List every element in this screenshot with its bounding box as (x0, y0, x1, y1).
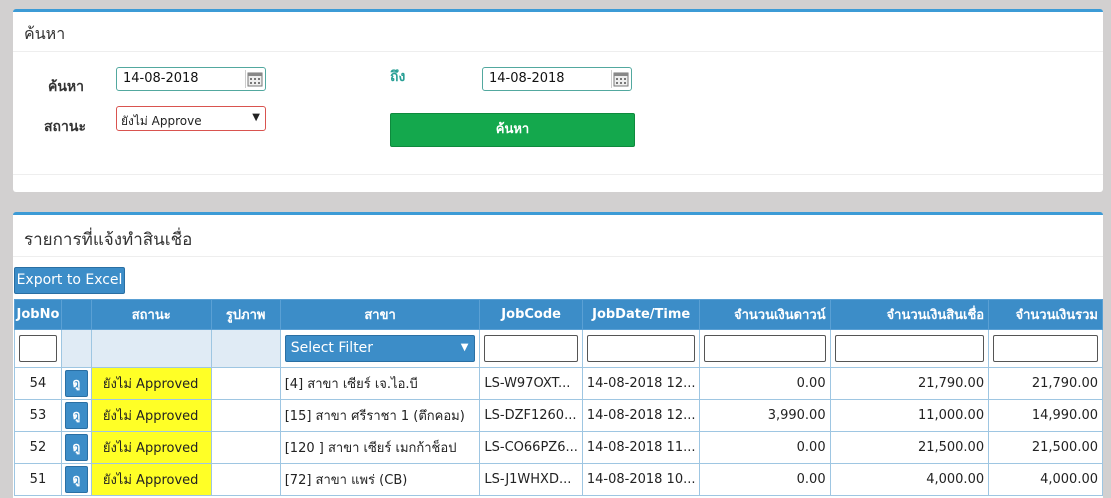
cell-down: 0.00 (699, 463, 831, 496)
search-panel: ค้นหา ค้นหา 14-08-2018 ถึง 14-08-2018 สถ… (13, 9, 1103, 192)
cell-down: 0.00 (699, 367, 831, 400)
view-button[interactable]: ดู (64, 466, 88, 493)
col-image[interactable]: รูปภาพ (210, 299, 281, 330)
filter-cell (988, 329, 1103, 368)
cell-total: 21,500.00 (988, 431, 1103, 464)
from-date-label: ค้นหา (48, 79, 85, 95)
col-loan-amount[interactable]: จำนวนเงินสินเชื่อ (829, 299, 990, 330)
status-select-value: ยังไม่ Approve (121, 114, 202, 128)
col-branch[interactable]: สาขา (279, 299, 481, 330)
loan-list-panel: รายการที่แจ้งทำสินเชื่อ Export to Excel … (13, 212, 1103, 498)
cell-view: ดู (60, 399, 92, 432)
cell-down: 0.00 (699, 431, 831, 464)
to-date-input[interactable]: 14-08-2018 (482, 67, 632, 91)
view-button[interactable]: ดู (64, 370, 88, 397)
cell-loan: 4,000.00 (829, 463, 990, 496)
table-row: 52 ดู ยังไม่ Approved [120 ] สาขา เซียร์… (14, 431, 1103, 464)
cell-status: ยังไม่ Approved (90, 431, 212, 464)
filter-jobcode-input[interactable] (484, 335, 578, 362)
status-label: สถานะ (44, 119, 86, 135)
cell-image (210, 399, 281, 432)
cell-jobdate: 14-08-2018 10... (581, 463, 701, 496)
loan-table: JobNo สถานะ รูปภาพ สาขา JobCode JobDate/… (14, 299, 1103, 496)
to-date-label: ถึง (390, 69, 406, 85)
table-row: 53 ดู ยังไม่ Approved [15] สาขา ศรีราชา … (14, 399, 1103, 432)
cell-total: 14,990.00 (988, 399, 1103, 432)
cell-status: ยังไม่ Approved (90, 367, 212, 400)
calendar-icon[interactable] (611, 70, 629, 88)
table-row: 54 ดู ยังไม่ Approved [4] สาขา เซียร์ เจ… (14, 367, 1103, 400)
cell-jobno: 51 (14, 463, 62, 496)
filter-down-input[interactable] (704, 335, 826, 362)
cell-image (210, 431, 281, 464)
caret-down-icon: ▼ (252, 112, 260, 123)
cell-branch: [15] สาขา ศรีราชา 1 (ตึกคอม) (279, 399, 481, 432)
divider (13, 174, 1103, 175)
cell-jobcode: LS-W97OXT... (479, 367, 583, 400)
table-row: 51 ดู ยังไม่ Approved [72] สาขา แพร่ (CB… (14, 463, 1103, 496)
search-panel-title: ค้นหา (13, 12, 1103, 52)
filter-cell (699, 329, 831, 368)
filter-cell (479, 329, 583, 368)
cell-down: 3,990.00 (699, 399, 831, 432)
search-button[interactable]: ค้นหา (390, 113, 635, 147)
cell-loan: 21,500.00 (829, 431, 990, 464)
loan-list-title: รายการที่แจ้งทำสินเชื่อ (13, 215, 1103, 257)
filter-cell (829, 329, 990, 368)
cell-status: ยังไม่ Approved (90, 463, 212, 496)
export-excel-button[interactable]: Export to Excel (14, 267, 125, 294)
cell-branch: [72] สาขา แพร่ (CB) (279, 463, 481, 496)
from-date-value: 14-08-2018 (123, 71, 199, 86)
cell-image (210, 367, 281, 400)
view-button[interactable]: ดู (64, 434, 88, 461)
cell-image (210, 463, 281, 496)
filter-cell (581, 329, 701, 368)
cell-jobno: 53 (14, 399, 62, 432)
filter-row: Select Filter ▼ (14, 329, 1103, 368)
to-date-value: 14-08-2018 (489, 71, 565, 86)
col-view (60, 299, 92, 330)
col-status[interactable]: สถานะ (90, 299, 212, 330)
cell-total: 4,000.00 (988, 463, 1103, 496)
cell-status: ยังไม่ Approved (90, 399, 212, 432)
calendar-icon[interactable] (245, 70, 263, 88)
cell-branch: [4] สาขา เซียร์ เจ.ไอ.บี (279, 367, 481, 400)
filter-jobno-input[interactable] (19, 335, 57, 362)
view-button[interactable]: ดู (64, 402, 88, 429)
filter-cell (60, 329, 92, 368)
cell-branch: [120 ] สาขา เซียร์ เมกก้าช็อป (279, 431, 481, 464)
cell-loan: 21,790.00 (829, 367, 990, 400)
cell-jobdate: 14-08-2018 12... (581, 399, 701, 432)
cell-jobno: 54 (14, 367, 62, 400)
col-jobdate[interactable]: JobDate/Time (581, 299, 701, 330)
filter-cell: Select Filter ▼ (279, 329, 481, 368)
col-total-amount[interactable]: จำนวนเงินรวม (988, 299, 1103, 330)
filter-branch-select[interactable]: Select Filter ▼ (284, 335, 476, 362)
cell-loan: 11,000.00 (829, 399, 990, 432)
filter-branch-placeholder: Select Filter (290, 340, 374, 356)
cell-jobcode: LS-J1WHXD... (479, 463, 583, 496)
filter-total-input[interactable] (993, 335, 1098, 362)
status-select[interactable]: ยังไม่ Approve ▼ (116, 106, 266, 131)
cell-total: 21,790.00 (988, 367, 1103, 400)
cell-jobdate: 14-08-2018 11... (581, 431, 701, 464)
filter-cell (210, 329, 281, 368)
col-jobno[interactable]: JobNo (14, 299, 62, 330)
cell-view: ดู (60, 367, 92, 400)
col-down-payment[interactable]: จำนวนเงินดาวน์ (699, 299, 831, 330)
cell-jobdate: 14-08-2018 12... (581, 367, 701, 400)
from-date-input[interactable]: 14-08-2018 (116, 67, 266, 91)
cell-view: ดู (60, 463, 92, 496)
filter-loan-input[interactable] (834, 335, 985, 362)
filter-jobdate-input[interactable] (586, 335, 696, 362)
caret-down-icon: ▼ (460, 342, 469, 353)
filter-cell (90, 329, 212, 368)
col-jobcode[interactable]: JobCode (479, 299, 583, 330)
cell-jobno: 52 (14, 431, 62, 464)
cell-view: ดู (60, 431, 92, 464)
cell-jobcode: LS-CO66PZ6... (479, 431, 583, 464)
cell-jobcode: LS-DZF1260... (479, 399, 583, 432)
filter-cell (14, 329, 62, 368)
